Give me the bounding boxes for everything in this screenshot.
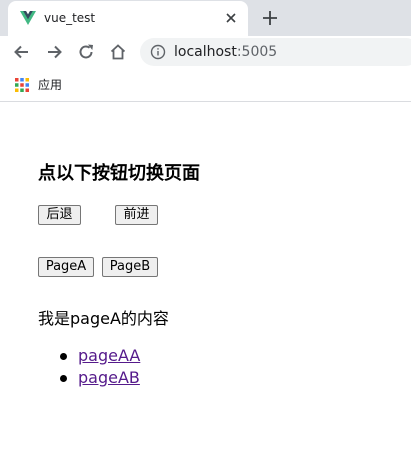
- sub-page-link-list: pageAA pageAB: [60, 345, 140, 389]
- browser-toolbar: localhost:5005: [0, 36, 411, 68]
- page-a-button[interactable]: PageA: [38, 257, 94, 277]
- url-host: localhost: [174, 44, 237, 60]
- page-content: 点以下按钮切换页面 后退 前进 PageA PageB 我是pageA的内容 p…: [0, 103, 411, 451]
- apps-bookmark-label[interactable]: 应用: [38, 76, 62, 94]
- page-b-button[interactable]: PageB: [102, 257, 158, 277]
- page-ab-link[interactable]: pageAB: [78, 368, 140, 387]
- vue-logo-icon: [20, 11, 36, 25]
- bullet-marker: [60, 375, 67, 382]
- page-heading: 点以下按钮切换页面: [38, 163, 200, 184]
- forward-button[interactable]: 前进: [115, 205, 158, 225]
- address-bar[interactable]: localhost:5005: [140, 38, 411, 66]
- apps-grid-icon[interactable]: [15, 78, 29, 92]
- info-icon[interactable]: [150, 44, 166, 60]
- bullet-marker: [60, 353, 67, 360]
- home-icon[interactable]: [108, 42, 128, 62]
- plus-icon[interactable]: [260, 8, 280, 28]
- url-text: localhost:5005: [174, 43, 277, 61]
- forward-arrow-icon[interactable]: [44, 42, 64, 62]
- page-aa-link[interactable]: pageAA: [78, 346, 140, 365]
- close-icon[interactable]: [222, 9, 240, 27]
- page-a-content-text: 我是pageA的内容: [38, 309, 169, 328]
- tab-title: vue_test: [44, 11, 96, 25]
- bookmarks-bar: 应用: [0, 68, 411, 102]
- tab-strip: vue_test: [0, 0, 411, 36]
- reload-icon[interactable]: [76, 42, 96, 62]
- list-item: pageAB: [60, 367, 140, 389]
- browser-tab[interactable]: vue_test: [8, 1, 248, 36]
- back-button[interactable]: 后退: [38, 205, 81, 225]
- url-port: :5005: [236, 44, 278, 60]
- list-item: pageAA: [60, 345, 140, 367]
- back-arrow-icon[interactable]: [12, 42, 32, 62]
